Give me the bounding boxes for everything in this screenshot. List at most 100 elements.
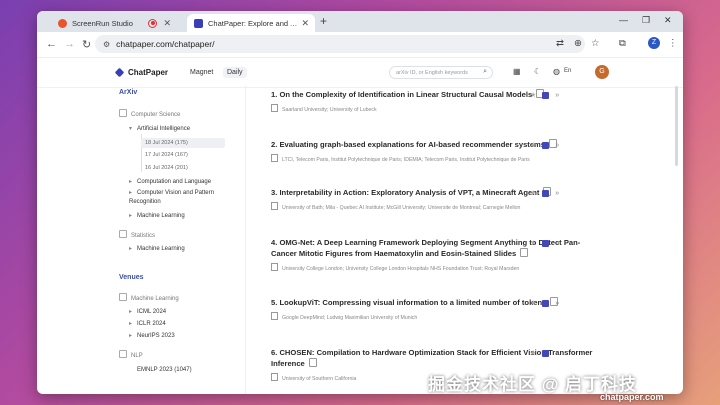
subcategory-ai[interactable]: ▾ Artificial Intelligence: [129, 125, 190, 132]
forward-icon[interactable]: →: [64, 38, 75, 50]
translate-icon[interactable]: [542, 299, 550, 307]
app-header: ChatPaper Magnet Daily arXiv ID, or Engl…: [37, 58, 683, 88]
translate-icon[interactable]: [542, 349, 550, 357]
star-icon[interactable]: ★: [530, 141, 536, 149]
zoom-icon[interactable]: ⊕: [574, 38, 582, 49]
expand-caret-icon: ▸: [129, 190, 133, 196]
expand-icon[interactable]: »: [555, 240, 559, 247]
nav-daily[interactable]: Daily: [223, 67, 247, 78]
star-icon[interactable]: ★: [530, 91, 536, 99]
subcategory-label: Computation and Language: [137, 179, 212, 185]
tab-strip: ScreenRun Studio ✕ ChatPaper: Explore an…: [37, 11, 683, 32]
profile-avatar[interactable]: Z: [648, 37, 660, 49]
date-item[interactable]: 18 Jul 2024 (175): [141, 138, 225, 148]
extensions-icon[interactable]: ⧉: [619, 38, 626, 49]
category-nlp[interactable]: NLP: [119, 350, 143, 359]
star-icon[interactable]: ★: [530, 239, 536, 247]
new-tab-button[interactable]: +: [320, 14, 327, 28]
subcategory-item[interactable]: ▸ Machine Learning: [129, 245, 185, 252]
subcategory-item[interactable]: ▸ Machine Learning: [129, 212, 185, 219]
subcategory-label: Artificial Intelligence: [137, 126, 191, 132]
category-label: Machine Learning: [131, 296, 179, 302]
bookmark-star-icon[interactable]: ☆: [591, 38, 600, 49]
expand-icon[interactable]: »: [555, 92, 559, 99]
category-statistics[interactable]: Statistics: [119, 230, 155, 239]
translate-icon[interactable]: [542, 141, 550, 149]
tab-chatpaper[interactable]: ChatPaper: Explore and AI C ✕: [187, 14, 315, 32]
category-machine-learning[interactable]: Machine Learning: [119, 293, 179, 302]
category-computer-science[interactable]: Computer Science: [119, 109, 180, 118]
close-window-icon[interactable]: ✕: [664, 15, 672, 26]
affil-text: Google DeepMind; Ludwig Maximilian Unive…: [282, 315, 418, 321]
category-icon: [119, 230, 127, 238]
star-icon[interactable]: ★: [530, 189, 536, 197]
expand-icon[interactable]: »: [555, 300, 559, 307]
venue-item[interactable]: ▸ NeurIPS 2023: [129, 332, 175, 339]
date-item[interactable]: 16 Jul 2024 (201): [145, 165, 188, 171]
expand-icon[interactable]: »: [555, 142, 559, 149]
nav-magnet[interactable]: Magnet: [186, 67, 217, 78]
dark-mode-icon[interactable]: ☾: [534, 67, 541, 76]
maximize-icon[interactable]: ❐: [642, 15, 650, 26]
venue-item[interactable]: EMNLP 2023 (1047): [137, 367, 192, 373]
close-tab-icon[interactable]: ✕: [301, 18, 309, 29]
watermark-url: chatpaper.com: [600, 392, 664, 402]
paper-actions: ★»: [530, 91, 559, 99]
expand-icon[interactable]: »: [555, 350, 559, 357]
translate-icon[interactable]: [542, 91, 550, 99]
expand-caret-icon: ▸: [129, 321, 133, 327]
subcategory-label: Computer Vision and Pattern Recognition: [129, 190, 214, 205]
star-icon[interactable]: ★: [530, 349, 536, 357]
expand-caret-icon: ▸: [129, 333, 133, 339]
pdf-icon[interactable]: [520, 248, 529, 257]
affil-text: LTCI, Telecom Paris, Institut Polytechni…: [282, 157, 530, 163]
pdf-icon[interactable]: [308, 358, 317, 367]
category-icon: [119, 350, 127, 358]
recording-icon: [148, 18, 158, 28]
paper-actions: ★»: [530, 189, 559, 197]
expand-icon[interactable]: »: [555, 190, 559, 197]
grid-icon[interactable]: ▦: [513, 67, 521, 76]
paper-actions: ★»: [530, 299, 559, 307]
paper-affiliations: Google DeepMind; Ludwig Maximilian Unive…: [271, 312, 599, 321]
venue-item[interactable]: ▸ ICLR 2024: [129, 320, 166, 327]
star-icon[interactable]: ★: [530, 299, 536, 307]
tab-screenrun[interactable]: ScreenRun Studio ✕: [51, 14, 177, 32]
paper-affiliations: LTCI, Telecom Paris, Institut Polytechni…: [271, 154, 599, 163]
search-placeholder: arXiv ID, or English keywords: [396, 69, 468, 76]
venues-heading: Venues: [119, 274, 144, 281]
chatpaper-logo-icon: [114, 67, 125, 78]
user-avatar[interactable]: G: [595, 65, 609, 79]
app-logo[interactable]: ChatPaper: [114, 67, 168, 78]
search-icon[interactable]: ⌕: [483, 68, 487, 76]
paper-title-text: 5. LookupViT: Compressing visual informa…: [271, 298, 547, 307]
expand-caret-icon: ▸: [129, 309, 133, 315]
close-tab-icon[interactable]: ✕: [163, 18, 171, 29]
paper-affiliations: University of Bath; Mila - Quebec AI Ins…: [271, 202, 599, 211]
globe-icon[interactable]: ◍: [553, 67, 560, 76]
menu-icon[interactable]: ⋮: [668, 38, 678, 49]
language-label[interactable]: En: [564, 68, 571, 74]
institution-icon: [271, 312, 278, 320]
translate-icon[interactable]: ⇄: [556, 38, 564, 49]
site-info-icon[interactable]: ⚙: [103, 40, 110, 49]
date-item[interactable]: 17 Jul 2024 (167): [145, 152, 188, 158]
minimize-icon[interactable]: —: [619, 15, 628, 25]
paper-actions: ★»: [530, 141, 559, 149]
browser-window: ScreenRun Studio ✕ ChatPaper: Explore an…: [37, 11, 683, 394]
reload-icon[interactable]: ↻: [82, 38, 91, 51]
search-input[interactable]: arXiv ID, or English keywords ⌕: [389, 66, 493, 79]
venue-item[interactable]: ▸ ICML 2024: [129, 308, 166, 315]
subcategory-item[interactable]: ▸ Computer Vision and Pattern Recognition: [129, 189, 229, 207]
sidebar: ArXiv Computer Science ▾ Artificial Intel…: [37, 86, 237, 394]
translate-icon[interactable]: [542, 189, 550, 197]
scrollbar-thumb[interactable]: [675, 86, 678, 166]
tab-title: ChatPaper: Explore and AI C: [208, 18, 302, 28]
institution-icon: [271, 104, 278, 112]
subcategory-item[interactable]: ▸ Computation and Language: [129, 178, 211, 185]
institution-icon: [271, 373, 278, 381]
address-bar[interactable]: ⚙ chatpaper.com/chatpaper/: [95, 35, 585, 53]
back-icon[interactable]: ←: [46, 38, 57, 50]
translate-icon[interactable]: [542, 239, 550, 247]
arxiv-heading: ArXiv: [119, 89, 138, 96]
